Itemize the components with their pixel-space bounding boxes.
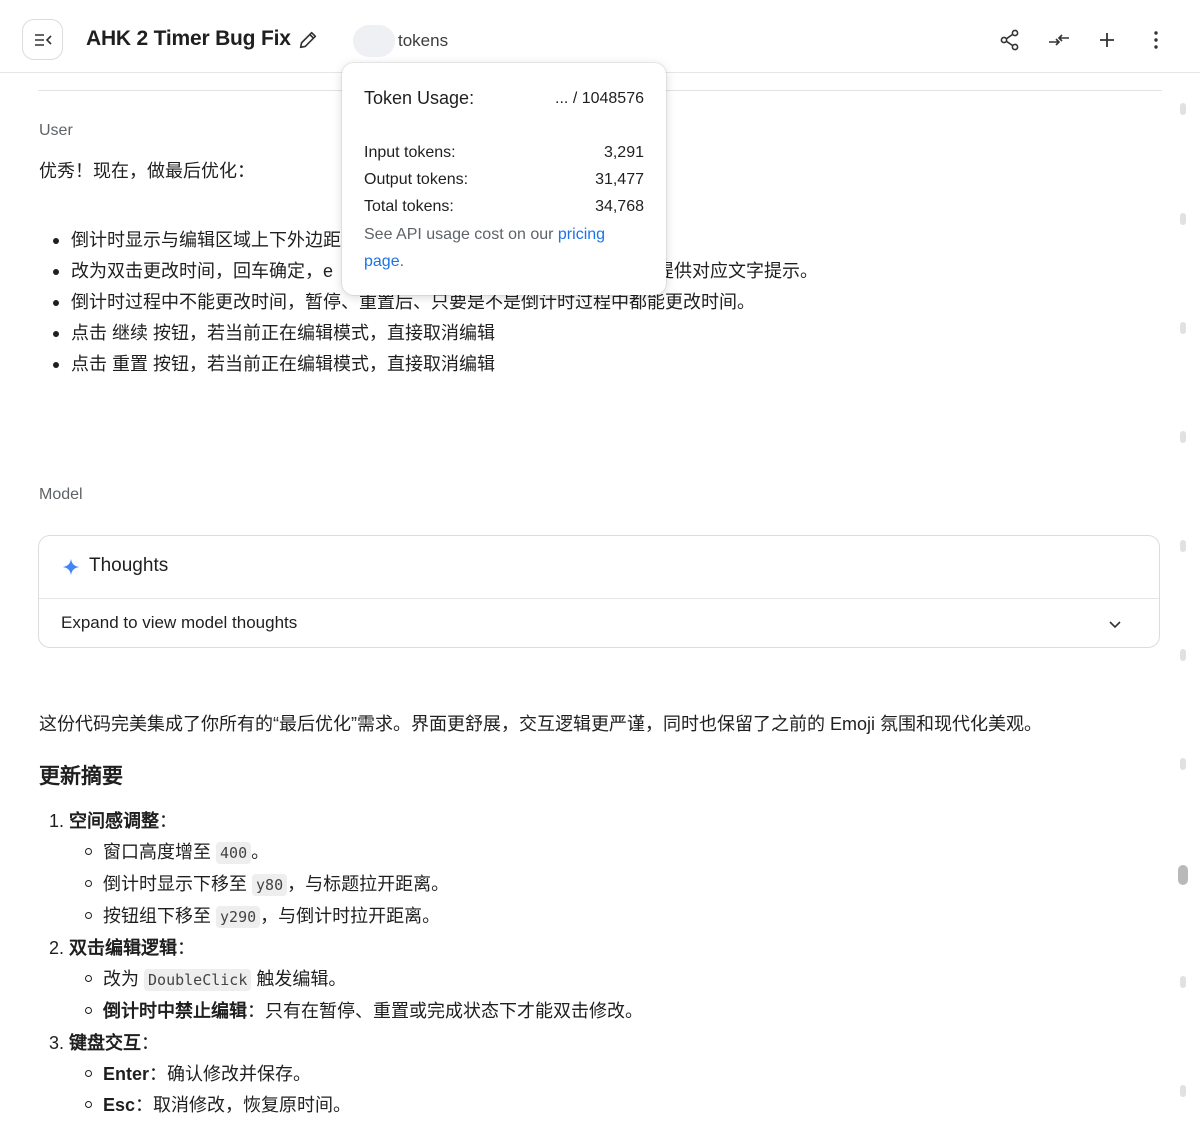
list-item: 点击 重置 按钮，若当前正在编辑模式，直接取消编辑 (50, 350, 818, 381)
list-item: 3. 键盘交互： (49, 1033, 160, 1053)
user-role-label: User (39, 122, 73, 139)
scrollbar-thumb[interactable] (1178, 865, 1188, 885)
list-item: 按钮组下移至 y290 ，与倒计时拉开距离。 (103, 906, 441, 928)
expand-thoughts-label[interactable]: Expand to view model thoughts (61, 613, 297, 633)
inline-code: y80 (252, 874, 288, 896)
list-item: 倒计时中禁止编辑：只有在暂停、重置或完成状态下才能双击修改。 (103, 1001, 643, 1021)
scroll-marker[interactable] (1180, 431, 1186, 443)
thoughts-panel[interactable]: Thoughts Expand to view model thoughts (38, 535, 1160, 648)
summary-heading: 更新摘要 (39, 765, 123, 788)
input-tokens-value: 3,291 (603, 144, 644, 161)
scroll-marker[interactable] (1180, 1085, 1186, 1097)
input-tokens-label: Input tokens: (364, 144, 456, 161)
token-limit: ... / 1048576 (555, 90, 644, 107)
list-item: Enter：确认修改并保存。 (103, 1064, 312, 1084)
list-item: Esc：取消修改，恢复原时间。 (103, 1095, 352, 1115)
share-icon[interactable] (998, 28, 1022, 52)
tokens-label[interactable]: tokens (398, 31, 448, 51)
inline-code: DoubleClick (144, 969, 252, 991)
chevron-down-icon[interactable] (1107, 616, 1123, 632)
bullet-marker (85, 880, 92, 887)
bullet-marker (85, 1101, 92, 1108)
scrollbar[interactable] (1176, 95, 1188, 1115)
scroll-marker[interactable] (1180, 976, 1186, 988)
api-cost-note: See API usage cost on our pricing page. (364, 226, 606, 270)
list-item: 点击 继续 按钮，若当前正在编辑模式，直接取消编辑 (50, 319, 818, 350)
total-tokens-label: Total tokens: (364, 198, 454, 215)
list-item: 1. 空间感调整： (49, 811, 178, 831)
total-tokens-value: 34,768 (595, 198, 644, 215)
scroll-marker[interactable] (1180, 322, 1186, 334)
sparkle-icon (62, 558, 80, 576)
list-item: 改为 DoubleClick 触发编辑。 (103, 969, 347, 991)
compare-icon[interactable] (1047, 28, 1071, 52)
bullet-marker (85, 848, 92, 855)
inline-code: 400 (216, 842, 252, 864)
bullet-marker (85, 975, 92, 982)
list-item: 2. 双击编辑逻辑： (49, 938, 196, 958)
output-tokens-value: 31,477 (595, 171, 644, 188)
token-usage-title: Token Usage: (364, 88, 475, 108)
scroll-marker[interactable] (1180, 540, 1186, 552)
output-tokens-label: Output tokens: (364, 171, 469, 188)
sidebar-toggle-button[interactable] (22, 19, 63, 60)
more-vertical-icon[interactable] (1144, 28, 1168, 52)
token-usage-popup: Token Usage: ... / 1048576 Input tokens:… (342, 63, 666, 295)
bullet-marker (85, 1007, 92, 1014)
model-intro-text: 这份代码完美集成了你所有的“最后优化”需求。界面更舒展，交互逻辑更严谨，同时也保… (39, 714, 1042, 734)
bullet-marker (85, 912, 92, 919)
scroll-marker[interactable] (1180, 103, 1186, 115)
model-role-label: Model (39, 486, 83, 503)
scroll-marker[interactable] (1180, 758, 1186, 770)
plus-icon[interactable] (1095, 28, 1119, 52)
list-item: 倒计时显示下移至 y80 ，与标题拉开距离。 (103, 874, 450, 896)
bullet-marker (85, 1070, 92, 1077)
pencil-icon[interactable] (297, 29, 319, 51)
thoughts-title: Thoughts (89, 555, 169, 576)
token-count-pill[interactable] (353, 25, 395, 57)
page-title: AHK 2 Timer Bug Fix (86, 27, 291, 50)
thoughts-header: Thoughts (39, 536, 1159, 599)
scroll-marker[interactable] (1180, 213, 1186, 225)
user-message-text: 优秀！现在，做最后优化： (39, 161, 255, 181)
scroll-marker[interactable] (1180, 649, 1186, 661)
sidebar-collapse-icon (34, 33, 52, 46)
inline-code: y290 (216, 906, 261, 928)
list-item: 窗口高度增至 400。 (103, 842, 270, 864)
